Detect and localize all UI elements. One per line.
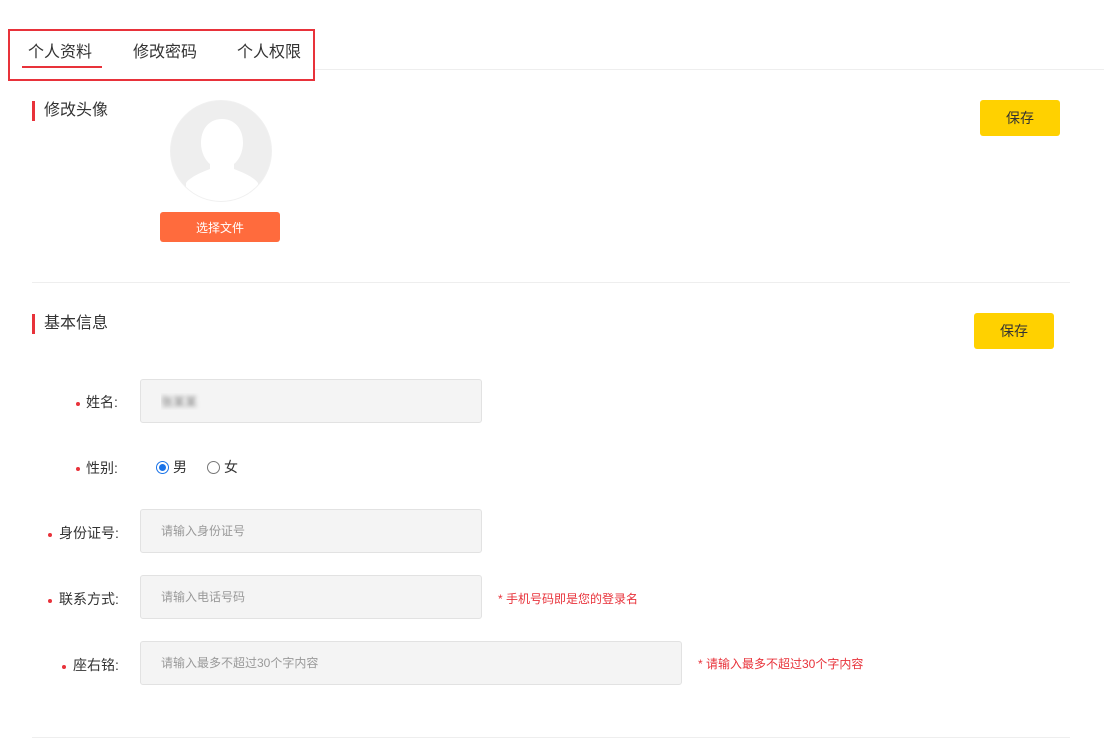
name-input[interactable] xyxy=(140,379,482,423)
tab-permissions[interactable]: 个人权限 xyxy=(237,38,301,62)
save-avatar-button[interactable]: 保存 xyxy=(980,100,1060,136)
gender-label: 性别: xyxy=(86,460,118,476)
gender-option-male[interactable]: 男 xyxy=(156,457,187,477)
id-card-input[interactable] xyxy=(140,509,482,553)
contact-label: 联系方式: xyxy=(59,591,119,607)
radio-female[interactable] xyxy=(207,460,220,474)
gender-option-label: 女 xyxy=(224,459,238,475)
active-tab-indicator xyxy=(22,66,102,68)
required-marker xyxy=(76,402,80,406)
choose-file-button[interactable]: 选择文件 xyxy=(160,212,280,242)
section-divider xyxy=(32,282,1070,283)
required-marker xyxy=(76,467,80,471)
required-marker xyxy=(48,599,52,603)
motto-hint: * 请输入最多不超过30个字内容 xyxy=(698,657,864,671)
name-label: 姓名: xyxy=(86,394,118,410)
required-marker xyxy=(48,533,52,537)
tab-change-password[interactable]: 修改密码 xyxy=(133,38,197,62)
tab-profile[interactable]: 个人资料 xyxy=(28,38,92,62)
user-placeholder-icon xyxy=(186,119,258,201)
tabs-divider xyxy=(315,69,1104,70)
section-divider xyxy=(32,737,1070,738)
id-card-label: 身份证号: xyxy=(59,525,119,541)
gender-option-female[interactable]: 女 xyxy=(207,457,238,477)
section-title-basic-info: 基本信息 xyxy=(32,314,108,334)
avatar xyxy=(170,100,272,202)
contact-input[interactable] xyxy=(140,575,482,619)
contact-hint: * 手机号码即是您的登录名 xyxy=(498,592,639,606)
section-title-avatar: 修改头像 xyxy=(32,101,108,121)
gender-option-label: 男 xyxy=(173,459,187,475)
required-marker xyxy=(62,665,66,669)
radio-male[interactable] xyxy=(156,460,169,474)
gender-radio-group: 男 女 xyxy=(156,457,258,477)
motto-label: 座右铭: xyxy=(73,657,119,673)
save-basic-info-button[interactable]: 保存 xyxy=(974,313,1054,349)
motto-input[interactable] xyxy=(140,641,682,685)
